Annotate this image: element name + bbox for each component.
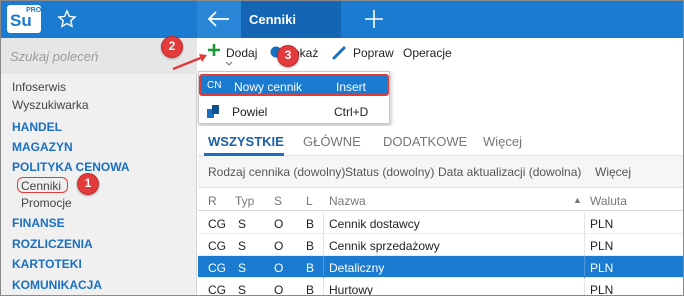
cell-name: Hurtowy xyxy=(329,283,374,296)
add-button[interactable]: Dodaj xyxy=(226,46,257,60)
callout-badge-2: 2 xyxy=(161,36,183,58)
column-header-typ[interactable]: Typ xyxy=(235,194,254,208)
cell-r: CG xyxy=(208,261,226,275)
column-separator xyxy=(584,212,585,234)
new-tab-plus-icon[interactable] xyxy=(363,8,385,30)
column-separator xyxy=(323,278,324,295)
price-list-icon: CN xyxy=(207,80,222,91)
cell-name: Cennik dostawcy xyxy=(329,217,420,231)
logo-badge: PRO xyxy=(26,7,42,14)
cell-r: CG xyxy=(208,217,226,231)
callout-badge-1: 1 xyxy=(77,173,99,195)
tab-all[interactable]: WSZYSTKIE xyxy=(208,134,284,149)
sidebar-item-infoserwis[interactable]: Infoserwis xyxy=(12,80,66,94)
cell-s: O xyxy=(274,261,284,275)
add-dropdown-menu: CN Nowy cennik Insert Powiel Ctrl+D xyxy=(198,71,390,124)
cell-l: B xyxy=(306,261,315,275)
app-logo[interactable]: Su PRO xyxy=(7,5,41,33)
search-placeholder: Szukaj poleceń xyxy=(10,49,99,64)
edit-brush-icon xyxy=(332,46,346,60)
tab-main[interactable]: GŁÓWNE xyxy=(303,134,361,149)
cell-typ: S xyxy=(238,239,247,253)
column-header-currency[interactable]: Waluta xyxy=(590,194,627,208)
tab-cenniki-label: Cenniki xyxy=(249,12,296,27)
cell-r: CG xyxy=(208,283,226,296)
filter-bar: Rodzaj cennika (dowolny) Status (dowolny… xyxy=(198,156,683,188)
cell-typ: S xyxy=(238,283,247,296)
chevron-down-icon xyxy=(225,61,233,66)
column-header-r[interactable]: R xyxy=(208,194,217,208)
cell-currency: PLN xyxy=(590,217,614,231)
table-row-selected[interactable]: CG S O B Detaliczny PLN xyxy=(198,256,683,278)
filter-update-date[interactable]: Data aktualizacji (dowolna) xyxy=(438,165,581,179)
back-button[interactable] xyxy=(197,1,241,38)
menu-item-new-price-list[interactable]: CN Nowy cennik Insert xyxy=(199,74,389,96)
column-separator xyxy=(584,234,585,256)
column-separator xyxy=(323,212,324,234)
sidebar-category-rozliczenia[interactable]: ROZLICZENIA xyxy=(12,237,93,251)
column-header-l[interactable]: L xyxy=(306,194,313,208)
cell-l: B xyxy=(306,217,315,231)
sidebar-category-kartoteki[interactable]: KARTOTEKI xyxy=(12,257,82,271)
cell-r: CG xyxy=(208,239,226,253)
app-window: Su PRO Cenniki Szukaj poleceń Infoserwis… xyxy=(0,0,684,296)
sidebar-category-magazyn[interactable]: MAGAZYN xyxy=(12,140,73,154)
sidebar-item-cenniki[interactable]: Cenniki xyxy=(21,179,61,193)
tab-cenniki[interactable]: Cenniki xyxy=(241,1,341,38)
top-bar: Su PRO Cenniki xyxy=(1,1,683,38)
cell-name: Cennik sprzedażowy xyxy=(329,239,440,253)
cell-typ: S xyxy=(238,217,247,231)
view-tabs: WSZYSTKIE GŁÓWNE DODATKOWE Więcej xyxy=(198,126,683,156)
filter-status[interactable]: Status (dowolny) xyxy=(345,165,434,179)
sidebar-item-promocje[interactable]: Promocje xyxy=(21,196,72,210)
cell-s: O xyxy=(274,239,284,253)
column-header-name[interactable]: Nazwa xyxy=(329,194,366,208)
cell-typ: S xyxy=(238,261,247,275)
column-header-s[interactable]: S xyxy=(274,194,282,208)
cell-s: O xyxy=(274,217,284,231)
column-separator xyxy=(584,278,585,295)
filter-price-list-type[interactable]: Rodzaj cennika (dowolny) xyxy=(208,165,345,179)
menu-item-duplicate[interactable]: Powiel Ctrl+D xyxy=(199,101,389,123)
cell-currency: PLN xyxy=(590,239,614,253)
cell-l: B xyxy=(306,239,315,253)
table-header: R Typ S L Nazwa ▲ Waluta xyxy=(198,189,683,211)
sidebar-category-handel[interactable]: HANDEL xyxy=(12,120,62,134)
column-separator xyxy=(584,256,585,278)
operations-button[interactable]: Operacje xyxy=(403,46,452,60)
cell-l: B xyxy=(306,283,315,296)
column-separator xyxy=(323,256,324,278)
sort-ascending-icon: ▲ xyxy=(573,195,582,205)
edit-button[interactable]: Popraw xyxy=(353,46,394,60)
sidebar-category-finanse[interactable]: FINANSE xyxy=(12,216,65,230)
logo-text: Su xyxy=(10,11,32,30)
favorites-star-icon[interactable] xyxy=(57,9,77,29)
duplicate-icon xyxy=(207,105,219,118)
table-row[interactable]: CG S O B Hurtowy PLN xyxy=(198,278,683,296)
menu-item-shortcut: Ctrl+D xyxy=(334,105,369,119)
menu-item-shortcut: Insert xyxy=(336,80,367,94)
cell-s: O xyxy=(274,283,284,296)
cell-currency: PLN xyxy=(590,261,614,275)
table-row[interactable]: CG S O B Cennik sprzedażowy PLN xyxy=(198,234,683,256)
sidebar-category-polityka-cenowa[interactable]: POLITYKA CENOWA xyxy=(12,160,130,174)
column-separator xyxy=(323,234,324,256)
filter-more[interactable]: Więcej xyxy=(595,165,631,179)
sidebar-item-wyszukiwarka[interactable]: Wyszukiwarka xyxy=(12,98,89,112)
menu-item-label: Powiel xyxy=(232,105,268,119)
table-row[interactable]: CG S O B Cennik dostawcy PLN xyxy=(198,212,683,234)
cell-name: Detaliczny xyxy=(329,261,385,275)
cell-currency: PLN xyxy=(590,283,614,296)
tab-additional[interactable]: DODATKOWE xyxy=(383,134,467,149)
sidebar-category-komunikacja[interactable]: KOMUNIKACJA xyxy=(12,278,102,292)
callout-badge-3: 3 xyxy=(277,45,299,67)
menu-item-label: Nowy cennik xyxy=(234,80,303,94)
tab-more[interactable]: Więcej xyxy=(483,134,522,149)
arrow-left-icon xyxy=(207,11,229,27)
